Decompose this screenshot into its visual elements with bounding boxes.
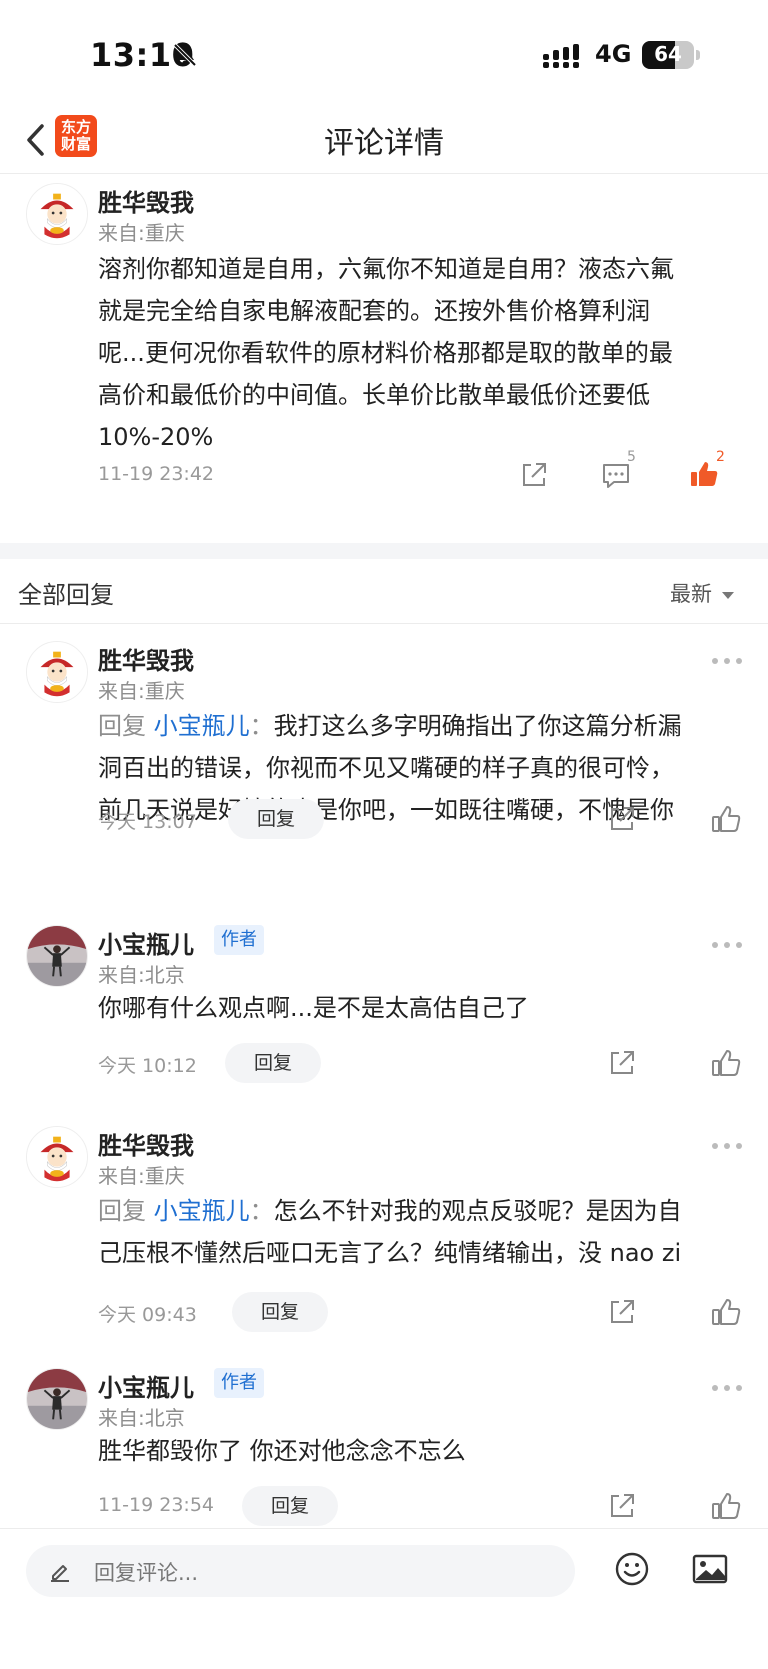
battery-icon: 64: [642, 41, 694, 69]
bell-muted-icon: [173, 43, 197, 67]
reply-time: 今天 09:43: [98, 1304, 197, 1326]
bottom-bar: 回复评论...: [0, 1528, 768, 1669]
reply-item: 小宝瓶儿 作者 来自:北京 你哪有什么观点啊...是不是太高估自己了 今天 10…: [0, 905, 768, 1095]
reply-item: 胜华毁我 来自:重庆 回复 小宝瓶儿：我打这么多字明确指出了你这篇分析漏 洞百出…: [0, 625, 768, 895]
avatar[interactable]: [26, 641, 88, 703]
location: 来自:北京: [98, 963, 185, 987]
reply-prefix: 回复: [98, 712, 146, 740]
replies-header: 全部回复 最新: [0, 560, 768, 624]
mention-link[interactable]: 小宝瓶儿: [154, 712, 250, 740]
sort-label: 最新: [670, 582, 712, 606]
comment-count: 5: [627, 449, 636, 465]
username[interactable]: 小宝瓶儿: [98, 1368, 194, 1403]
reply-text: 胜华都毁你了 你还对他念念不忘么: [98, 1437, 466, 1465]
reply-button[interactable]: 回复: [228, 799, 324, 839]
reply-button[interactable]: 回复: [225, 1043, 321, 1083]
chevron-down-icon: [722, 591, 734, 599]
location: 来自:重庆: [98, 679, 185, 703]
share-icon[interactable]: [606, 1490, 638, 1522]
reply-time: 11-19 23:54: [98, 1494, 215, 1516]
reply-text: 我打这么多字明确指出了你这篇分析漏: [273, 712, 682, 740]
reply-text: 己压根不懂然后哑口无言了么？纯情绪输出，没 nao zi: [98, 1239, 682, 1267]
reply-body: 回复 小宝瓶儿：怎么不针对我的观点反驳呢？是因为自 己压根不懂然后哑口无言了么？…: [98, 1190, 738, 1274]
caishen-avatar-icon: [27, 1127, 87, 1187]
more-icon[interactable]: [710, 1382, 744, 1394]
reply-colon: ：: [249, 1197, 274, 1225]
emoji-icon[interactable]: [614, 1551, 650, 1587]
reply-text: 怎么不针对我的观点反驳呢？是因为自: [273, 1197, 682, 1225]
person-photo-avatar-icon: [27, 926, 87, 986]
location: 来自:北京: [98, 1406, 185, 1430]
reply-body: 胜华都毁你了 你还对他念念不忘么: [98, 1430, 738, 1472]
reply-prefix: 回复: [98, 1197, 146, 1225]
reply-comment-input[interactable]: 回复评论...: [26, 1545, 575, 1597]
sort-dropdown[interactable]: 最新: [670, 578, 734, 608]
avatar[interactable]: [26, 1368, 88, 1430]
like-count: 2: [716, 449, 725, 465]
reply-button[interactable]: 回复: [242, 1486, 338, 1526]
share-icon[interactable]: [606, 1296, 638, 1328]
network-type: 4G: [595, 40, 632, 68]
comment-line: 10%-20%: [98, 423, 214, 451]
more-icon[interactable]: [710, 655, 744, 667]
caishen-avatar-icon: [27, 184, 87, 244]
username[interactable]: 胜华毁我: [98, 1126, 194, 1161]
like-icon[interactable]: [710, 1296, 742, 1328]
share-icon[interactable]: [606, 1047, 638, 1079]
username[interactable]: 胜华毁我: [98, 183, 194, 218]
comment-body: 溶剂你都知道是自用，六氟你不知道是自用？液态六氟 就是完全给自家电解液配套的。还…: [98, 248, 698, 458]
username[interactable]: 小宝瓶儿: [98, 925, 194, 960]
page-title: 评论详情: [324, 126, 444, 161]
input-placeholder: 回复评论...: [94, 1561, 199, 1585]
reply-text: 你哪有什么观点啊...是不是太高估自己了: [98, 994, 529, 1022]
location: 来自:重庆: [98, 1164, 185, 1188]
location: 来自:重庆: [98, 221, 185, 245]
like-icon[interactable]: [710, 1047, 742, 1079]
reply-time: 今天 13:07: [98, 811, 197, 833]
reply-colon: ：: [249, 712, 274, 740]
like-icon[interactable]: [710, 803, 742, 835]
main-comment: 胜华毁我 来自:重庆 溶剂你都知道是自用，六氟你不知道是自用？液态六氟 就是完全…: [0, 175, 768, 543]
author-badge: 作者: [214, 925, 264, 955]
battery-percent: 64: [654, 42, 682, 66]
more-icon[interactable]: [710, 939, 744, 951]
share-icon[interactable]: [518, 459, 550, 491]
like-icon[interactable]: [710, 1490, 742, 1522]
avatar[interactable]: [26, 1126, 88, 1188]
share-icon[interactable]: [606, 803, 638, 835]
comment-line: 呢...更何况你看软件的原材料价格那都是取的散单的最: [98, 339, 673, 367]
comment-line: 溶剂你都知道是自用，六氟你不知道是自用？液态六氟: [98, 255, 674, 283]
more-icon[interactable]: [710, 1140, 744, 1152]
image-icon[interactable]: [692, 1553, 728, 1585]
pen-icon: [51, 1565, 69, 1582]
battery-tip: [696, 50, 700, 60]
reply-body: 你哪有什么观点啊...是不是太高估自己了: [98, 987, 738, 1029]
nav-bar: 东方 财富 评论详情: [0, 108, 768, 174]
username[interactable]: 胜华毁我: [98, 641, 194, 676]
signal-icon: [543, 44, 579, 68]
comment-line: 高价和最低价的中间值。长单价比散单最低价还要低: [98, 381, 650, 409]
avatar[interactable]: [26, 925, 88, 987]
reply-button[interactable]: 回复: [232, 1292, 328, 1332]
reply-text: 洞百出的错误，你视而不见又嘴硬的样子真的很可怜，: [98, 754, 674, 782]
comment-time: 11-19 23:42: [98, 463, 215, 485]
person-photo-avatar-icon: [27, 1369, 87, 1429]
comment-line: 就是完全给自家电解液配套的。还按外售价格算利润: [98, 297, 650, 325]
status-bar: 13:10 4G 64: [0, 0, 768, 108]
reply-time: 今天 10:12: [98, 1055, 197, 1077]
replies-title: 全部回复: [18, 581, 114, 609]
mention-link[interactable]: 小宝瓶儿: [154, 1197, 250, 1225]
author-badge: 作者: [214, 1368, 264, 1398]
caishen-avatar-icon: [27, 642, 87, 702]
avatar[interactable]: [26, 183, 88, 245]
reply-item: 胜华毁我 来自:重庆 回复 小宝瓶儿：怎么不针对我的观点反驳呢？是因为自 己压根…: [0, 1110, 768, 1332]
section-divider: [0, 543, 768, 559]
reply-item: 小宝瓶儿 作者 来自:北京 胜华都毁你了 你还对他念念不忘么 11-19 23:…: [0, 1350, 768, 1528]
